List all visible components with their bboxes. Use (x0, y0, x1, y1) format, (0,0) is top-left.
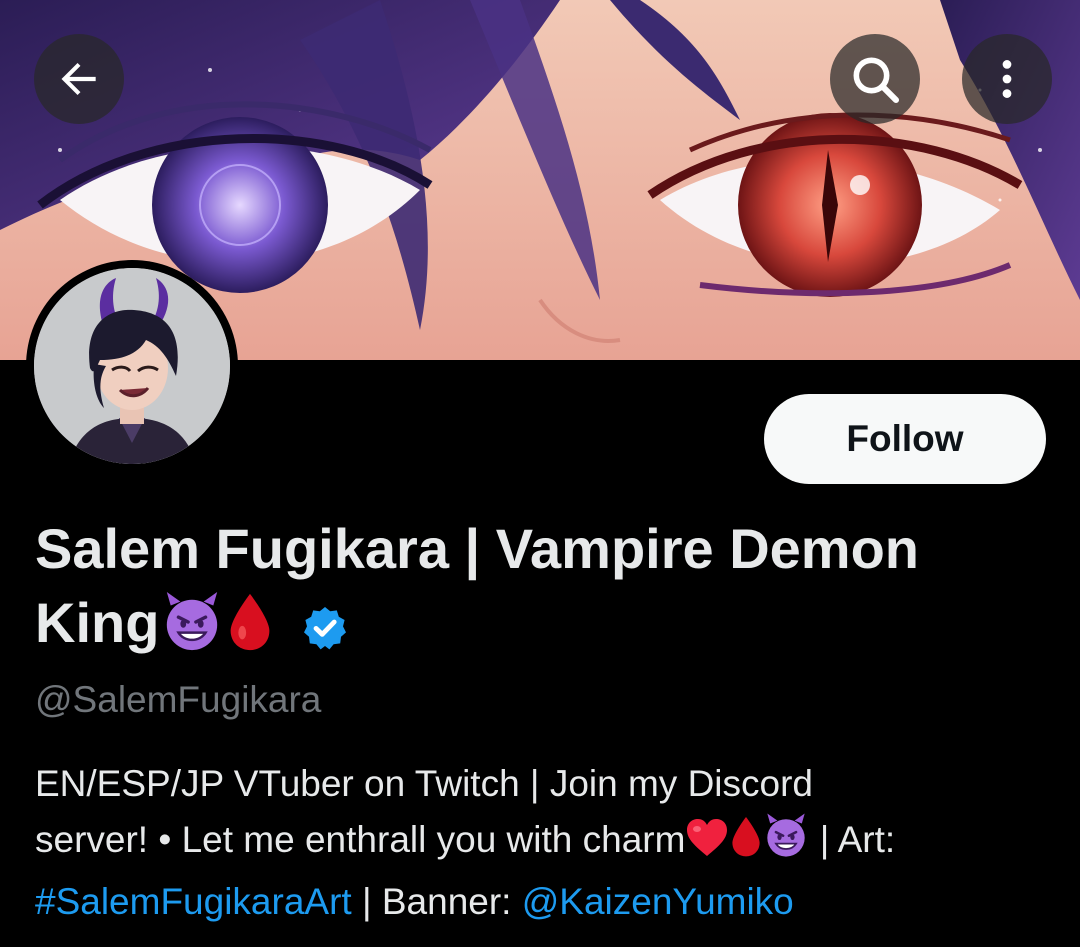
verified-badge[interactable] (301, 596, 349, 670)
blood-drop-emoji (729, 814, 763, 874)
profile-avatar[interactable] (26, 260, 238, 472)
smiling-devil-icon (167, 591, 218, 651)
verified-badge-icon (304, 607, 347, 650)
bio-line-2-text: server! • Let me enthrall you with charm (35, 819, 686, 860)
back-button[interactable] (34, 34, 124, 124)
arrow-left-icon (61, 62, 96, 96)
blood-drop-emoji (225, 590, 275, 670)
banner-credit-label: | Banner: (351, 881, 522, 922)
smiling-devil-emoji (161, 590, 223, 670)
avatar-image (34, 268, 230, 464)
display-name: Salem Fugikara | Vampire Demon King (35, 512, 1045, 670)
more-options-button[interactable] (962, 34, 1052, 124)
avatar-character-illustration (34, 268, 230, 464)
red-heart-icon (687, 819, 728, 856)
search-button[interactable] (830, 34, 920, 124)
follow-button[interactable]: Follow (764, 394, 1046, 484)
bio-line-1: EN/ESP/JP VTuber on Twitch | Join my Dis… (35, 763, 813, 804)
bio-line-2: server! • Let me enthrall you with charm… (35, 812, 1045, 874)
smiling-devil-emoji (763, 812, 809, 874)
profile-bio: EN/ESP/JP VTuber on Twitch | Join my Dis… (35, 756, 1045, 930)
blood-drop-icon (732, 816, 761, 857)
red-heart-emoji (685, 818, 729, 874)
bio-line-3: #SalemFugikaraArt | Banner: @KaizenYumik… (35, 874, 1045, 930)
profile-handle: @SalemFugikara (35, 679, 322, 720)
smiling-devil-icon (767, 813, 806, 857)
search-icon (853, 57, 900, 104)
bio-line-2-suffix: | Art: (809, 819, 896, 860)
blood-drop-icon (231, 593, 270, 651)
hashtag-link[interactable]: #SalemFugikaraArt (35, 881, 352, 922)
mention-link[interactable]: @KaizenYumiko (522, 881, 794, 922)
more-vertical-icon (1002, 60, 1012, 98)
